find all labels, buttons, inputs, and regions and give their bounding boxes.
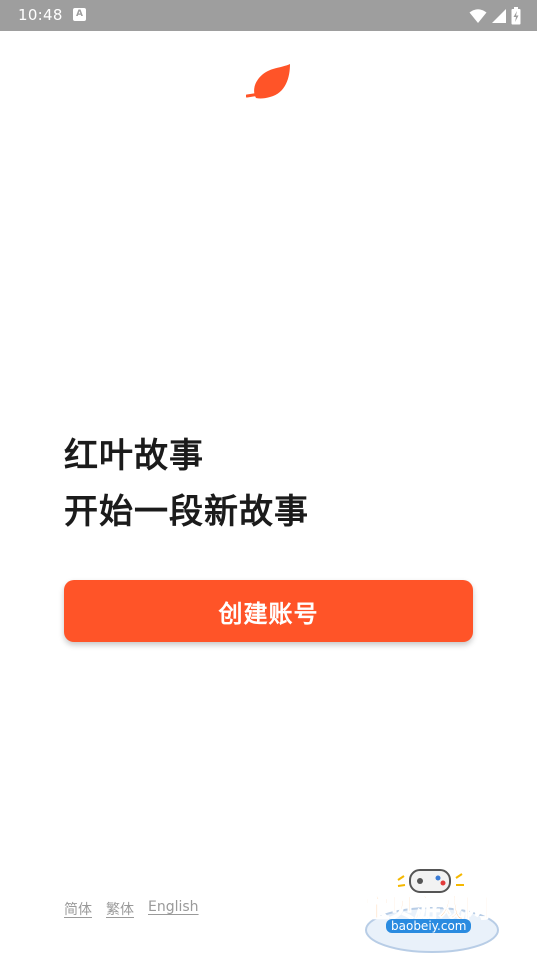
wifi-icon [469,9,487,23]
language-english-link[interactable]: English [148,899,199,919]
signal-icon [492,9,506,23]
language-simplified-link[interactable]: 简体 [64,899,92,919]
watermark-logo: 宝贝游戏网 baobeiy.com [360,860,510,956]
language-switcher: 简体 繁体 English [64,899,199,919]
status-icons [469,6,521,26]
create-account-button[interactable]: 创建账号 [64,580,473,642]
app-tagline: 开始一段新故事 [64,492,309,532]
language-traditional-link[interactable]: 繁体 [106,899,134,919]
status-time: 10:48 [18,6,63,24]
notification-a-icon: A [73,8,86,21]
leaf-icon [246,64,290,99]
status-bar: 10:48 A [0,0,537,31]
watermark-url: baobeiy.com [386,919,472,933]
battery-icon [511,7,521,25]
app-title: 红叶故事 [64,436,204,476]
